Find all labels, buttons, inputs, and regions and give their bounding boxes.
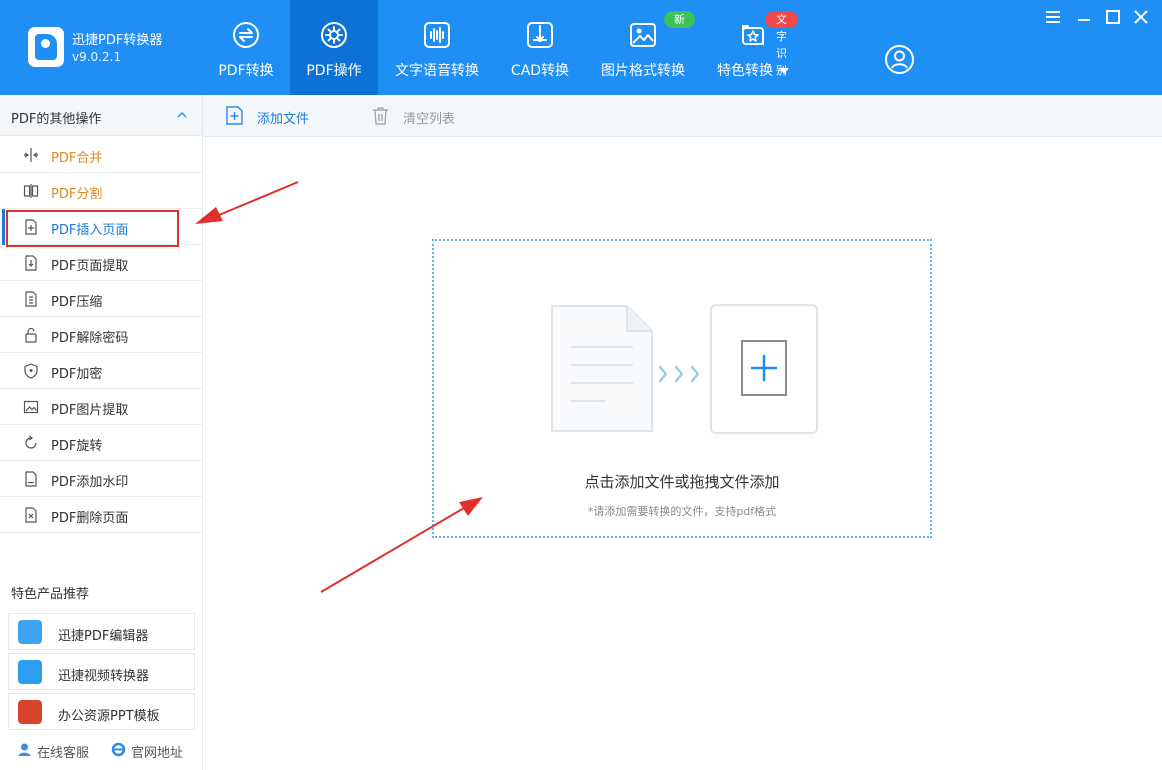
sidebar-section-title: PDF的其他操作 [11, 112, 102, 127]
add-file-icon [226, 106, 243, 125]
tab-label: 特色转换 [717, 63, 773, 79]
sidebar-item-pdf-page-extract[interactable]: PDF页面提取 [0, 245, 202, 281]
maximize-icon[interactable] [1104, 8, 1122, 26]
tab-label: 文字语音转换 [395, 63, 479, 79]
promo-label: 迅捷视频转换器 [58, 669, 150, 684]
delete-page-icon [25, 507, 37, 523]
sidebar: PDF的其他操作 PDF合并 PDF分割 PDF插入页面 PDF页面提取 PDF… [0, 95, 203, 770]
tab-label: 图片格式转换 [601, 63, 685, 79]
tab-label: CAD转换 [510, 63, 570, 79]
promo-label: 迅捷PDF编辑器 [58, 629, 149, 644]
chevron-right-icons [658, 365, 700, 383]
ocr-badge: 文字识别 [765, 11, 798, 77]
pdf-editor-app-icon [18, 620, 42, 644]
online-service-label: 在线客服 [37, 746, 90, 761]
split-icon [23, 184, 39, 198]
sidebar-item-label: PDF旋转 [51, 439, 103, 454]
add-file-label: 添加文件 [257, 112, 310, 127]
promo-video-converter[interactable]: 迅捷视频转换器 [8, 653, 195, 690]
minimize-icon[interactable] [1075, 8, 1093, 26]
promo-ppt-templates[interactable]: 办公资源PPT模板 [8, 693, 195, 730]
watermark-icon [25, 471, 37, 487]
convert-icon [233, 22, 259, 48]
sidebar-item-label: PDF删除页面 [51, 511, 129, 526]
rotate-icon [25, 435, 37, 449]
sidebar-item-label: PDF分割 [51, 187, 103, 202]
trash-icon [373, 107, 388, 125]
sidebar-item-label: PDF添加水印 [51, 475, 129, 490]
video-converter-app-icon [18, 660, 42, 684]
unlock-icon [25, 327, 37, 343]
merge-icon [24, 148, 38, 162]
image-extract-icon [23, 400, 39, 414]
compress-icon [25, 291, 37, 307]
sidebar-item-label: PDF页面提取 [51, 259, 129, 274]
title-bar: 迅捷PDF转换器 v9.0.2.1 PDF转换 PDF操作 文字语音转换 CAD… [0, 0, 1162, 95]
sidebar-item-pdf-merge[interactable]: PDF合并 [0, 137, 202, 173]
sidebar-item-pdf-remove-password[interactable]: PDF解除密码 [0, 317, 202, 353]
file-toolbar: 添加文件 清空列表 [203, 95, 1162, 137]
soundwave-icon [424, 22, 450, 48]
customer-service-icon [18, 743, 31, 756]
tab-pdf-operations[interactable]: PDF操作 [290, 0, 378, 95]
tab-label: PDF转换 [218, 63, 274, 79]
tab-special-convert[interactable]: 特色转换 文字识别 [708, 0, 798, 95]
highlight-box [6, 210, 179, 247]
file-drop-zone[interactable]: 点击添加文件或拖拽文件添加 *请添加需要转换的文件，支持pdf格式 [432, 239, 932, 538]
tab-pdf-convert[interactable]: PDF转换 [205, 0, 287, 95]
tab-image-format[interactable]: 图片格式转换 新 [598, 0, 695, 95]
cad-icon [527, 22, 553, 48]
promo-pdf-editor[interactable]: 迅捷PDF编辑器 [8, 613, 195, 650]
promo-label: 办公资源PPT模板 [58, 709, 160, 724]
ppt-template-app-icon [18, 700, 42, 724]
sidebar-item-pdf-split[interactable]: PDF分割 [0, 173, 202, 209]
sidebar-item-pdf-compress[interactable]: PDF压缩 [0, 281, 202, 317]
drop-zone-hint: *请添加需要转换的文件，支持pdf格式 [587, 505, 777, 518]
image-icon [630, 23, 656, 47]
sidebar-item-pdf-insert-page[interactable]: PDF插入页面 [0, 209, 202, 247]
user-account-icon[interactable] [884, 44, 915, 75]
website-label: 官网地址 [131, 746, 184, 761]
sidebar-item-pdf-watermark[interactable]: PDF添加水印 [0, 461, 202, 497]
browser-icon [111, 742, 126, 757]
plus-box-icon [710, 304, 818, 434]
tab-cad-convert[interactable]: CAD转换 [500, 0, 580, 95]
sidebar-operation-list: PDF合并 PDF分割 PDF插入页面 PDF页面提取 PDF压缩 PDF解除密… [0, 137, 202, 533]
menu-icon[interactable] [1044, 8, 1062, 26]
sidebar-item-pdf-image-extract[interactable]: PDF图片提取 [0, 389, 202, 425]
close-icon[interactable] [1132, 8, 1150, 26]
sidebar-section-header[interactable]: PDF的其他操作 [0, 95, 202, 136]
app-logo [28, 27, 64, 67]
star-convert-icon [742, 25, 764, 45]
sidebar-item-label: PDF压缩 [51, 295, 103, 310]
shield-icon [24, 363, 38, 379]
sidebar-item-label: PDF图片提取 [51, 403, 129, 418]
clear-list-label: 清空列表 [403, 112, 456, 127]
new-badge: 新 [664, 11, 695, 28]
gear-icon [321, 22, 347, 48]
sidebar-item-pdf-delete-page[interactable]: PDF删除页面 [0, 497, 202, 533]
add-document-illustration [551, 304, 818, 434]
drop-zone-title: 点击添加文件或拖拽文件添加 [584, 473, 780, 491]
tab-text-speech[interactable]: 文字语音转换 [392, 0, 482, 95]
annotation-arrow-sidebar [195, 181, 299, 224]
document-illustration-icon [551, 305, 653, 432]
sidebar-item-label: PDF合并 [51, 151, 103, 166]
tab-label: PDF操作 [306, 63, 362, 79]
sidebar-item-label: PDF解除密码 [51, 331, 129, 346]
sidebar-item-label: PDF加密 [51, 367, 103, 382]
chevron-up-icon[interactable] [177, 111, 187, 119]
sidebar-item-pdf-rotate[interactable]: PDF旋转 [0, 425, 202, 461]
app-version: v9.0.2.1 [72, 50, 122, 64]
page-extract-icon [25, 255, 37, 271]
app-name: 迅捷PDF转换器 [72, 33, 163, 48]
sidebar-item-pdf-encrypt[interactable]: PDF加密 [0, 353, 202, 389]
promo-section-title: 特色产品推荐 [11, 587, 90, 602]
